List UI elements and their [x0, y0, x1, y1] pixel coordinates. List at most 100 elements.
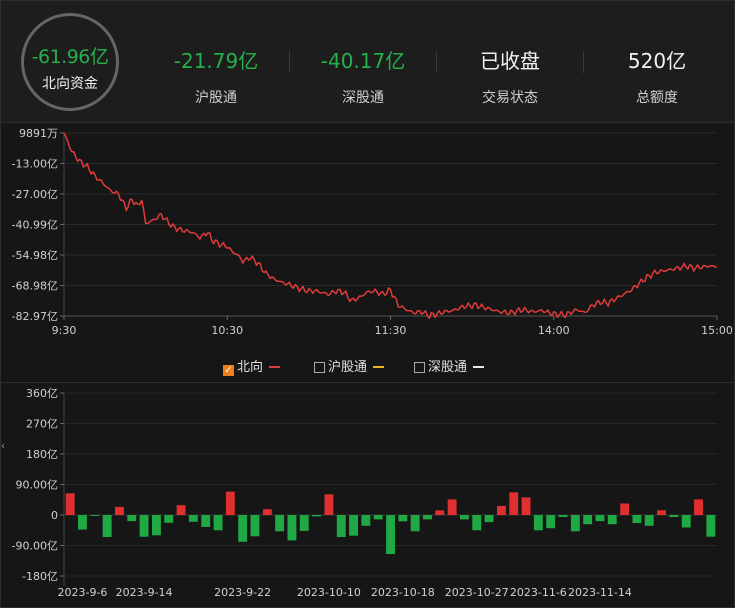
legend-item-north[interactable]: ✓ 北向 — [223, 359, 281, 377]
bar-outflow — [238, 515, 248, 542]
daily-flow-bar-chart[interactable]: 360亿 270亿 180亿 90.00亿 0 -90.00亿 -180亿2023-9-6 2… — [1, 383, 734, 607]
y-tick-label: -90.00亿 — [12, 540, 58, 553]
bar-inflow — [657, 510, 666, 515]
y-tick-label: 270亿 — [26, 418, 58, 431]
bar-outflow — [644, 515, 654, 526]
checkbox-checked-icon[interactable]: ✓ — [223, 365, 234, 376]
bar-outflow — [398, 515, 408, 522]
stat-shanghai-label: 沪股通 — [195, 90, 237, 106]
bar-outflow — [410, 515, 420, 532]
stat-trade-status-value: 已收盘 — [480, 49, 540, 73]
x-tick-label: 2023-9-14 — [116, 586, 173, 599]
bar-outflow — [484, 515, 494, 523]
stat-shanghai-value: -21.79亿 — [173, 49, 259, 73]
bar-inflow — [694, 499, 703, 515]
bar-outflow — [127, 515, 137, 522]
chart-legend: ✓ 北向 沪股通 深股通 — [1, 357, 734, 379]
x-tick-label: 9:30 — [52, 324, 77, 337]
bar-inflow — [115, 506, 124, 515]
bar-outflow — [250, 515, 260, 537]
legend-line-red-icon — [269, 366, 281, 368]
x-tick-label: 2023-11-14 — [568, 586, 632, 599]
bar-inflow — [497, 505, 506, 515]
main-total-ring: -61.96亿 北向资金 — [21, 13, 119, 111]
bar-outflow — [472, 515, 482, 531]
stat-trade-status: 已收盘 交易状态 — [450, 47, 570, 107]
north-total-label: 北向资金 — [42, 76, 98, 92]
bar-outflow — [90, 515, 100, 516]
y-tick-label: -180亿 — [22, 570, 58, 583]
x-tick-label: 2023-9-22 — [214, 586, 271, 599]
bar-outflow — [139, 515, 149, 537]
bar-outflow — [275, 515, 285, 532]
x-tick-label: 11:30 — [375, 324, 407, 337]
bar-inflow — [262, 509, 272, 515]
stat-shenzhen-label: 深股通 — [342, 90, 384, 106]
legend-line-yellow-icon — [373, 366, 385, 368]
checkbox-unchecked-icon[interactable] — [414, 362, 425, 373]
bar-outflow — [201, 515, 211, 527]
bar-outflow — [607, 515, 617, 525]
checkbox-unchecked-icon[interactable] — [314, 362, 325, 373]
x-tick-label: 2023-9-6 — [58, 586, 108, 599]
north-flow-line — [63, 132, 718, 319]
bar-outflow — [533, 515, 543, 531]
x-tick-label: 15:00 — [701, 324, 733, 337]
y-tick-label: -82.97亿 — [12, 310, 58, 323]
bar-outflow — [558, 515, 568, 517]
stat-shenzhen: -40.17亿 深股通 — [303, 47, 423, 107]
stat-shenzhen-value: -40.17亿 — [320, 49, 406, 73]
y-tick-label: 0 — [51, 509, 58, 522]
bar-inflow — [65, 493, 75, 515]
y-tick-label: -54.98亿 — [12, 249, 58, 262]
legend-line-white-icon — [473, 366, 485, 368]
stat-total-quota: 520亿 总额度 — [597, 47, 717, 107]
legend-item-shanghai[interactable]: 沪股通 — [314, 359, 385, 377]
bar-outflow — [583, 515, 593, 525]
stat-total-quota-value: 520亿 — [627, 49, 687, 73]
x-tick-label: 2023-10-18 — [371, 586, 435, 599]
north-total-value: -61.96亿 — [31, 46, 109, 68]
bar-outflow — [78, 515, 87, 530]
bar-inflow — [521, 497, 531, 515]
bar-outflow — [595, 515, 605, 522]
x-tick-label: 2023-10-27 — [445, 586, 509, 599]
intraday-flow-chart[interactable]: 9891万 -13.00亿 -27.00亿 -40.99亿 -54.98亿 -68.98亿… — [1, 123, 734, 353]
legend-label-shanghai: 沪股通 — [328, 360, 368, 375]
stat-divider — [289, 51, 290, 73]
bar-inflow — [225, 491, 235, 515]
bar-inflow — [447, 499, 457, 515]
bar-outflow — [546, 515, 556, 529]
collapse-handle-icon[interactable]: ‹ — [1, 441, 5, 455]
bar-outflow — [423, 515, 432, 520]
bar-inflow — [509, 492, 519, 515]
y-tick-label: -13.00亿 — [12, 157, 58, 170]
legend-label-shenzhen: 深股通 — [428, 360, 468, 375]
bar-inflow — [435, 510, 445, 515]
bar-outflow — [386, 515, 395, 554]
bar-outflow — [188, 515, 198, 522]
summary-header: -61.96亿 北向资金 -21.79亿 沪股通 -40.17亿 深股通 已收盘… — [1, 1, 734, 123]
y-tick-label: 90.00亿 — [16, 479, 59, 492]
bar-outflow — [460, 515, 469, 520]
legend-item-shenzhen[interactable]: 深股通 — [414, 359, 485, 377]
bar-outflow — [336, 515, 346, 537]
y-tick-label: 360亿 — [26, 387, 58, 400]
bar-outflow — [287, 515, 297, 541]
x-tick-label: 2023-10-10 — [297, 586, 361, 599]
bar-outflow — [706, 515, 716, 537]
stat-total-quota-label: 总额度 — [636, 90, 678, 106]
x-tick-label: 10:30 — [211, 324, 243, 337]
bar-outflow — [102, 515, 112, 537]
stat-trade-status-label: 交易状态 — [482, 90, 538, 106]
bar-outflow — [361, 515, 371, 526]
y-tick-label: -68.98亿 — [12, 280, 58, 293]
stat-divider — [583, 51, 584, 73]
bar-outflow — [632, 515, 642, 524]
north-capital-panel: -61.96亿 北向资金 -21.79亿 沪股通 -40.17亿 深股通 已收盘… — [0, 0, 735, 608]
bar-outflow — [373, 515, 383, 520]
bar-outflow — [681, 515, 691, 528]
bar-inflow — [176, 505, 186, 515]
bar-inflow — [324, 494, 334, 515]
bar-inflow — [620, 503, 630, 515]
